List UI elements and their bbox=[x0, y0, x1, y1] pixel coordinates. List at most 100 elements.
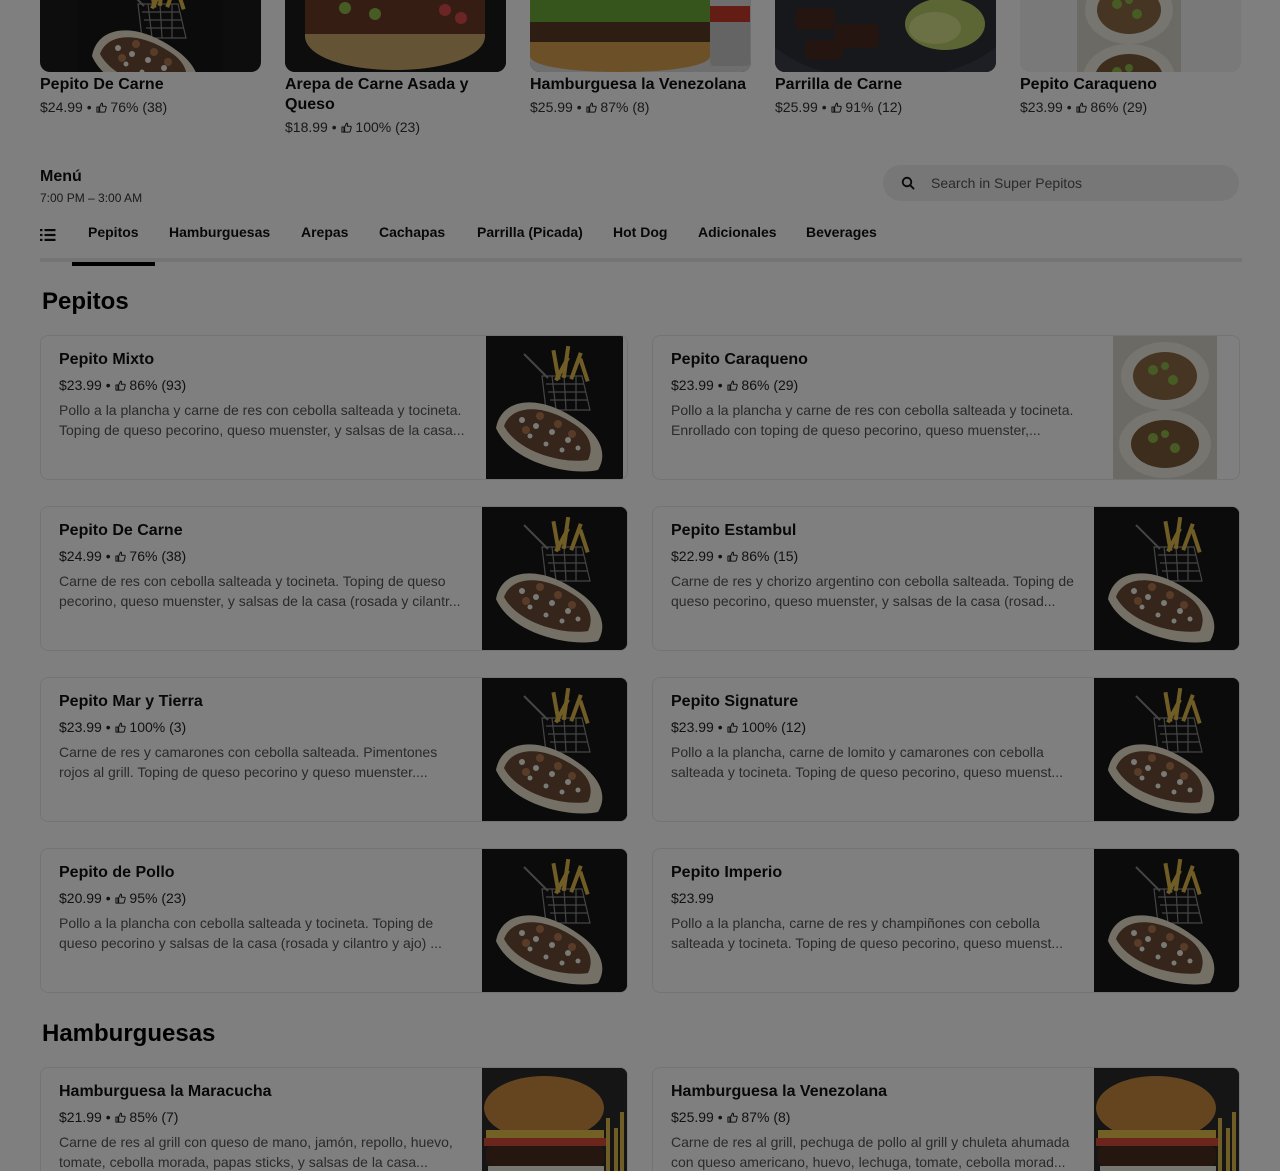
tab-parrilla-picada[interactable]: Parrilla (Picada) bbox=[477, 214, 583, 262]
menu-item-rating: 76% (38) bbox=[129, 548, 187, 564]
featured-item-rating: 76% (38) bbox=[110, 99, 168, 115]
tab-hamburguesas[interactable]: Hamburguesas bbox=[169, 214, 270, 262]
menu-item-card[interactable]: Pepito Mixto $23.99 • 86% (93) Pollo a l… bbox=[40, 335, 628, 480]
menu-item-card[interactable]: Pepito Mar y Tierra $23.99 • 100% (3) Ca… bbox=[40, 677, 628, 822]
tab-beverages[interactable]: Beverages bbox=[806, 214, 877, 262]
thumbs-up-icon bbox=[115, 551, 126, 562]
menu-item-price: $23.99 bbox=[59, 377, 102, 393]
menu-item-rating: 95% (23) bbox=[129, 890, 187, 906]
menu-item-meta: $23.99 • 86% (29) bbox=[671, 377, 799, 393]
featured-item[interactable]: Arepa de Carne Asada y Queso $18.99 • 10… bbox=[285, 0, 506, 137]
section-title: Pepitos bbox=[42, 288, 129, 315]
menu-item-card[interactable]: Pepito Caraqueno $23.99 • 86% (29) Pollo… bbox=[652, 335, 1240, 480]
menu-item-price: $20.99 bbox=[59, 890, 102, 906]
menu-item-name: Pepito De Carne bbox=[59, 522, 183, 539]
menu-item-description: Pollo a la plancha y carne de res con ce… bbox=[671, 402, 1074, 438]
tab-pepitos[interactable]: Pepitos bbox=[72, 214, 155, 266]
menu-item-card[interactable]: Pepito de Pollo $20.99 • 95% (23) Pollo … bbox=[40, 848, 628, 993]
menu-item-card[interactable]: Hamburguesa la Venezolana $25.99 • 87% (… bbox=[652, 1067, 1240, 1171]
menu-item-image bbox=[482, 678, 627, 821]
menu-item-card[interactable]: Pepito Estambul $22.99 • 86% (15) Carne … bbox=[652, 506, 1240, 651]
thumbs-up-icon bbox=[96, 102, 107, 113]
featured-item-image bbox=[530, 0, 751, 72]
menu-item-description: Carne de res y chorizo argentino con ceb… bbox=[671, 573, 1074, 609]
thumbs-up-icon bbox=[586, 102, 597, 113]
menu-item-price: $23.99 bbox=[671, 890, 714, 906]
featured-item-image bbox=[1020, 0, 1241, 72]
menu-item-rating: 85% (7) bbox=[129, 1109, 179, 1125]
menu-item-image bbox=[1094, 507, 1239, 650]
featured-item-meta: $23.99 • 86% (29) bbox=[1020, 99, 1148, 115]
menu-item-description: Carne de res al grill, pechuga de pollo … bbox=[671, 1134, 1070, 1170]
tab-adicionales[interactable]: Adicionales bbox=[698, 214, 777, 262]
featured-item-name: Pepito De Carne bbox=[40, 76, 164, 93]
menu-item-description: Pollo a la plancha con cebolla salteada … bbox=[59, 915, 442, 951]
featured-item-name: Pepito Caraqueno bbox=[1020, 76, 1157, 93]
featured-item-rating: 91% (12) bbox=[845, 99, 903, 115]
menu-item-price: $23.99 bbox=[59, 719, 102, 735]
tab-hot-dog[interactable]: Hot Dog bbox=[613, 214, 667, 262]
section-title: Hamburguesas bbox=[42, 1020, 216, 1047]
menu-item-card[interactable]: Pepito Imperio $23.99 Pollo a la plancha… bbox=[652, 848, 1240, 993]
menu-item-rating: 100% (12) bbox=[741, 719, 806, 735]
featured-item-price: $23.99 bbox=[1020, 99, 1063, 115]
featured-item-name: Arepa de Carne Asada y Queso bbox=[285, 76, 469, 113]
list-icon[interactable] bbox=[40, 228, 56, 242]
menu-title: Menú bbox=[40, 168, 82, 185]
menu-item-name: Pepito Mixto bbox=[59, 351, 155, 368]
featured-item-image bbox=[285, 0, 506, 72]
featured-item-rating: 87% (8) bbox=[600, 99, 650, 115]
featured-item-name: Parrilla de Carne bbox=[775, 76, 903, 93]
featured-item[interactable]: Parrilla de Carne $25.99 • 91% (12) bbox=[775, 0, 996, 137]
menu-item-name: Hamburguesa la Venezolana bbox=[671, 1083, 888, 1100]
featured-item[interactable]: Hamburguesa la Venezolana $25.99 • 87% (… bbox=[530, 0, 751, 137]
menu-item-card[interactable]: Pepito De Carne $24.99 • 76% (38) Carne … bbox=[40, 506, 628, 651]
featured-item-price: $18.99 bbox=[285, 119, 328, 135]
menu-item-price: $25.99 bbox=[671, 1109, 714, 1125]
menu-item-description: Carne de res y camarones con cebolla sal… bbox=[59, 744, 438, 780]
menu-item-image bbox=[486, 336, 623, 479]
store-menu-page: Pepito De Carne $24.99 • 76% (38) Arepa … bbox=[0, 0, 1280, 1171]
search-input[interactable] bbox=[931, 165, 1221, 201]
menu-item-image bbox=[1094, 678, 1239, 821]
thumbs-up-icon bbox=[727, 722, 738, 733]
featured-item-name: Hamburguesa la Venezolana bbox=[530, 76, 747, 93]
featured-item-image bbox=[40, 0, 261, 72]
featured-item-meta: $25.99 • 87% (8) bbox=[530, 99, 650, 115]
menu-item-meta: $23.99 • 100% (12) bbox=[671, 719, 806, 735]
menu-item-rating: 100% (3) bbox=[129, 719, 187, 735]
featured-item[interactable]: Pepito De Carne $24.99 • 76% (38) bbox=[40, 0, 261, 137]
thumbs-up-icon bbox=[727, 551, 738, 562]
menu-item-description: Pollo a la plancha, carne de res y champ… bbox=[671, 915, 1064, 951]
featured-item-price: $25.99 bbox=[775, 99, 818, 115]
menu-item-image bbox=[482, 507, 627, 650]
menu-item-meta: $25.99 • 87% (8) bbox=[671, 1109, 791, 1125]
thumbs-up-icon bbox=[727, 1112, 738, 1123]
menu-item-name: Pepito Imperio bbox=[671, 864, 783, 881]
thumbs-up-icon bbox=[341, 122, 352, 133]
menu-item-meta: $23.99 • 100% (3) bbox=[59, 719, 187, 735]
featured-item-meta: $25.99 • 91% (12) bbox=[775, 99, 903, 115]
search-bar[interactable] bbox=[883, 165, 1239, 201]
menu-item-meta: $20.99 • 95% (23) bbox=[59, 890, 187, 906]
menu-hours: 7:00 PM – 3:00 AM bbox=[40, 191, 143, 205]
menu-item-name: Pepito Estambul bbox=[671, 522, 797, 539]
menu-item-description: Pollo a la plancha y carne de res con ce… bbox=[59, 402, 465, 438]
menu-item-card[interactable]: Pepito Signature $23.99 • 100% (12) Poll… bbox=[652, 677, 1240, 822]
menu-item-rating: 86% (29) bbox=[741, 377, 799, 393]
tab-arepas[interactable]: Arepas bbox=[301, 214, 348, 262]
menu-item-rating: 87% (8) bbox=[741, 1109, 791, 1125]
tab-cachapas[interactable]: Cachapas bbox=[379, 214, 445, 262]
featured-item[interactable]: Pepito Caraqueno $23.99 • 86% (29) bbox=[1020, 0, 1241, 137]
featured-item-price: $25.99 bbox=[530, 99, 573, 115]
menu-item-meta: $22.99 • 86% (15) bbox=[671, 548, 799, 564]
menu-item-price: $21.99 bbox=[59, 1109, 102, 1125]
featured-item-meta: $18.99 • 100% (23) bbox=[285, 119, 420, 135]
menu-item-price: $23.99 bbox=[671, 719, 714, 735]
menu-item-image bbox=[482, 1068, 627, 1171]
featured-item-rating: 86% (29) bbox=[1090, 99, 1148, 115]
menu-item-name: Hamburguesa la Maracucha bbox=[59, 1083, 272, 1100]
thumbs-up-icon bbox=[115, 380, 126, 391]
menu-item-price: $23.99 bbox=[671, 377, 714, 393]
menu-item-card[interactable]: Hamburguesa la Maracucha $21.99 • 85% (7… bbox=[40, 1067, 628, 1171]
